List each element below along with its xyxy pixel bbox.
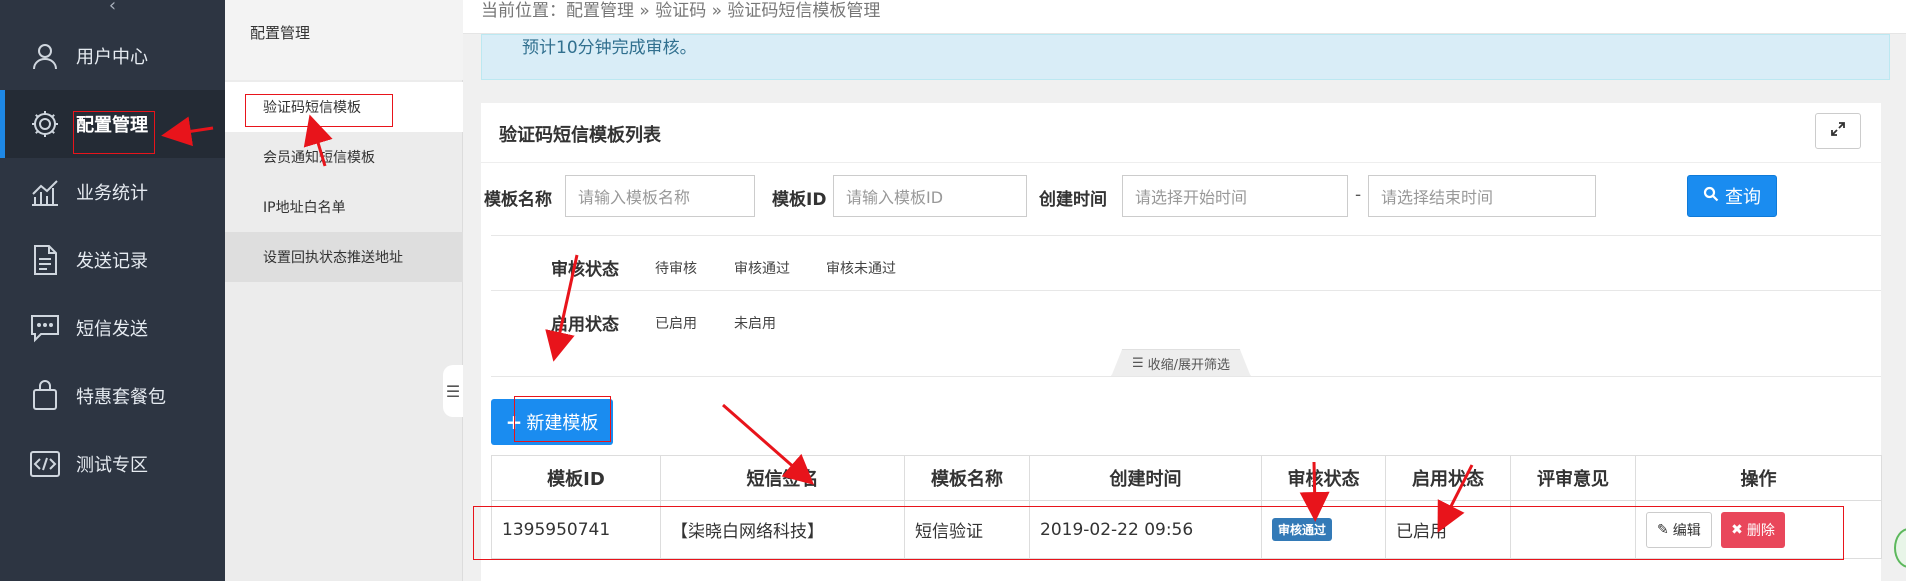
submenu-item-label: IP地址白名单	[263, 200, 346, 216]
toggle-filter-tab[interactable]: ☰ 收缩/展开筛选	[1111, 349, 1251, 377]
filter-row: 模板名称 请输入模板名称 模板ID 请输入模板ID 创建时间 请选择开始时间 -…	[481, 175, 1881, 219]
floating-status-indicator[interactable]	[1894, 528, 1906, 568]
document-icon	[28, 243, 62, 277]
submenu-panel: 配置管理 验证码短信模板 会员通知短信模板 IP地址白名单 设置回执状态推送地址	[225, 0, 463, 581]
notice-text: 预计10分钟完成审核。	[522, 38, 697, 58]
end-time-input[interactable]: 请选择结束时间	[1368, 175, 1596, 217]
audit-option-approved[interactable]: 审核通过	[734, 258, 790, 278]
fullscreen-button[interactable]	[1815, 113, 1861, 149]
user-icon	[28, 39, 62, 73]
range-dash: -	[1355, 185, 1362, 205]
enable-option-disabled[interactable]: 未启用	[734, 313, 776, 333]
column-header-review-comment[interactable]: 评审意见	[1510, 455, 1636, 501]
template-id-label: 模板ID	[772, 190, 827, 210]
audit-option-pending[interactable]: 待审核	[655, 258, 697, 278]
start-time-input[interactable]: 请选择开始时间	[1122, 175, 1348, 217]
column-header-actions: 操作	[1635, 455, 1882, 501]
panel-title: 验证码短信模板列表	[499, 125, 661, 146]
sidebar-item-special-package[interactable]: 特惠套餐包	[0, 362, 225, 430]
sidebar-item-test-zone[interactable]: 测试专区	[0, 430, 225, 498]
divider	[491, 290, 1881, 291]
menu-icon: ☰	[445, 381, 461, 401]
submenu-toggle-button[interactable]: ☰	[443, 365, 463, 417]
submenu-item-ip-whitelist[interactable]: IP地址白名单	[225, 182, 463, 232]
expand-icon	[1830, 121, 1846, 141]
column-header-template-name[interactable]: 模板名称	[904, 455, 1030, 501]
template-id-placeholder: 请输入模板ID	[846, 188, 944, 207]
divider	[491, 235, 1881, 236]
enable-option-enabled[interactable]: 已启用	[655, 313, 697, 333]
sidebar-item-label: 特惠套餐包	[76, 387, 166, 408]
submenu-item-member-notice-template[interactable]: 会员通知短信模板	[225, 132, 463, 182]
annotation-box	[514, 396, 611, 442]
bag-icon	[28, 379, 62, 413]
search-button-label: 查询	[1725, 187, 1761, 208]
submenu-item-label: 设置回执状态推送地址	[263, 250, 403, 266]
list-icon: ☰	[1131, 355, 1144, 371]
gear-icon	[28, 107, 62, 141]
column-header-audit-status[interactable]: 审核状态	[1261, 455, 1386, 501]
sidebar-item-label: 用户中心	[76, 47, 148, 68]
submenu-header: 配置管理	[225, 0, 463, 80]
message-icon	[28, 311, 62, 345]
annotation-box	[473, 506, 1844, 560]
sidebar-item-label: 测试专区	[76, 455, 148, 476]
submenu-item-label: 会员通知短信模板	[263, 150, 375, 166]
column-header-template-id[interactable]: 模板ID	[491, 455, 661, 501]
search-button[interactable]: 查询	[1687, 175, 1777, 217]
app-root: ‹ 用户中心 配置管理 业务统计 发送记录 短信发送 特惠套餐包 测试专区 配置…	[0, 0, 1906, 581]
divider	[491, 376, 1881, 377]
template-name-placeholder: 请输入模板名称	[578, 188, 691, 207]
end-time-placeholder: 请选择结束时间	[1381, 188, 1494, 207]
chevron-left-icon: ‹	[108, 0, 117, 16]
table-header-row: 模板ID 短信签名 模板名称 创建时间 审核状态 启用状态 评审意见 操作	[491, 455, 1882, 501]
sidebar-item-label: 业务统计	[76, 183, 148, 204]
annotation-box	[245, 94, 393, 127]
column-header-signature[interactable]: 短信签名	[660, 455, 905, 501]
sidebar-collapse-button[interactable]: ‹	[0, 0, 225, 20]
submenu-title: 配置管理	[250, 24, 311, 42]
chart-icon	[28, 175, 62, 209]
created-time-label: 创建时间	[1039, 190, 1107, 210]
start-time-placeholder: 请选择开始时间	[1135, 188, 1248, 207]
sidebar-item-business-stats[interactable]: 业务统计	[0, 158, 225, 226]
audit-option-rejected[interactable]: 审核未通过	[826, 258, 896, 278]
sidebar-item-send-records[interactable]: 发送记录	[0, 226, 225, 294]
annotation-box	[73, 111, 155, 154]
notice-banner: 预计10分钟完成审核。	[481, 34, 1890, 80]
sidebar-item-user-center[interactable]: 用户中心	[0, 22, 225, 90]
sidebar-item-sms-send[interactable]: 短信发送	[0, 294, 225, 362]
submenu-item-receipt-push-url[interactable]: 设置回执状态推送地址	[225, 232, 463, 282]
enable-status-row: 启用状态 已启用 未启用	[481, 296, 1881, 346]
column-header-created-time[interactable]: 创建时间	[1029, 455, 1262, 501]
panel-header: 验证码短信模板列表	[481, 103, 1881, 163]
template-name-input[interactable]: 请输入模板名称	[565, 175, 755, 217]
sidebar-item-label: 短信发送	[76, 319, 148, 340]
column-header-enable-status[interactable]: 启用状态	[1385, 455, 1511, 501]
toggle-filter-label: 收缩/展开筛选	[1147, 357, 1231, 373]
audit-status-label: 审核状态	[551, 260, 619, 280]
code-icon	[28, 447, 62, 481]
template-id-input[interactable]: 请输入模板ID	[833, 175, 1027, 217]
enable-status-label: 启用状态	[551, 315, 619, 335]
search-icon	[1703, 186, 1719, 207]
audit-status-row: 审核状态 待审核 审核通过 审核未通过	[481, 241, 1881, 291]
template-name-label: 模板名称	[484, 190, 552, 210]
main-sidebar: ‹ 用户中心 配置管理 业务统计 发送记录 短信发送 特惠套餐包 测试专区	[0, 0, 225, 581]
sidebar-item-label: 发送记录	[76, 251, 148, 272]
breadcrumb: 当前位置：配置管理 » 验证码 » 验证码短信模板管理	[463, 0, 1906, 34]
